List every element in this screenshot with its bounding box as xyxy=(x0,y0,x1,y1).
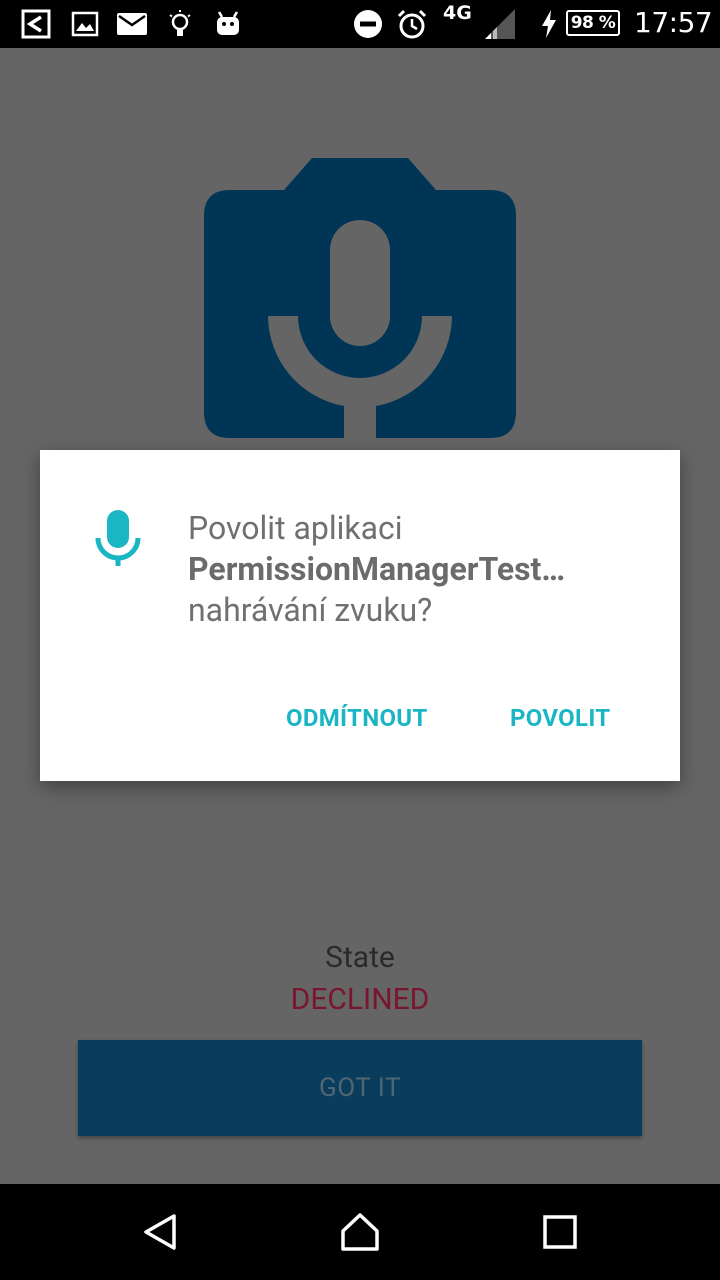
state-label: State xyxy=(325,940,395,975)
microphone-camera-icon xyxy=(204,158,516,438)
recents-icon xyxy=(543,1215,577,1249)
signal-icon xyxy=(482,8,516,40)
android-icon xyxy=(214,8,242,40)
permission-dialog: Povolit aplikaci PermissionManagerTest… … xyxy=(40,450,680,781)
state-value: DECLINED xyxy=(290,982,430,1017)
battery-indicator: 98 % xyxy=(566,10,620,36)
network-type: 4G xyxy=(443,2,472,24)
message-line-1: Povolit aplikaci xyxy=(188,509,403,547)
message-line-3: nahrávání zvuku? xyxy=(188,591,433,629)
bulb-icon xyxy=(166,8,194,40)
clock: 17:57 xyxy=(634,6,713,39)
app-name: PermissionManagerTest… xyxy=(188,550,566,588)
recents-button[interactable] xyxy=(536,1210,584,1254)
status-bar: 4G 98 % 17:57 xyxy=(0,0,720,48)
alarm-icon xyxy=(396,8,428,40)
back-button[interactable] xyxy=(136,1210,184,1254)
back-icon xyxy=(144,1214,176,1250)
got-it-button[interactable]: GOT IT xyxy=(78,1040,642,1136)
image-icon xyxy=(70,8,100,40)
permission-message: Povolit aplikaci PermissionManagerTest… … xyxy=(188,508,648,631)
navigation-bar xyxy=(0,1184,720,1280)
deny-button[interactable]: ODMÍTNOUT xyxy=(286,696,428,740)
screen-mirror-icon xyxy=(20,8,52,40)
do-not-disturb-icon xyxy=(352,8,384,40)
battery-level: 98 % xyxy=(570,13,616,33)
charging-icon xyxy=(538,8,560,40)
mail-icon xyxy=(116,8,148,40)
home-button[interactable] xyxy=(336,1210,384,1254)
allow-button[interactable]: POVOLIT xyxy=(510,696,610,740)
microphone-icon xyxy=(95,510,141,566)
home-icon xyxy=(341,1213,379,1251)
